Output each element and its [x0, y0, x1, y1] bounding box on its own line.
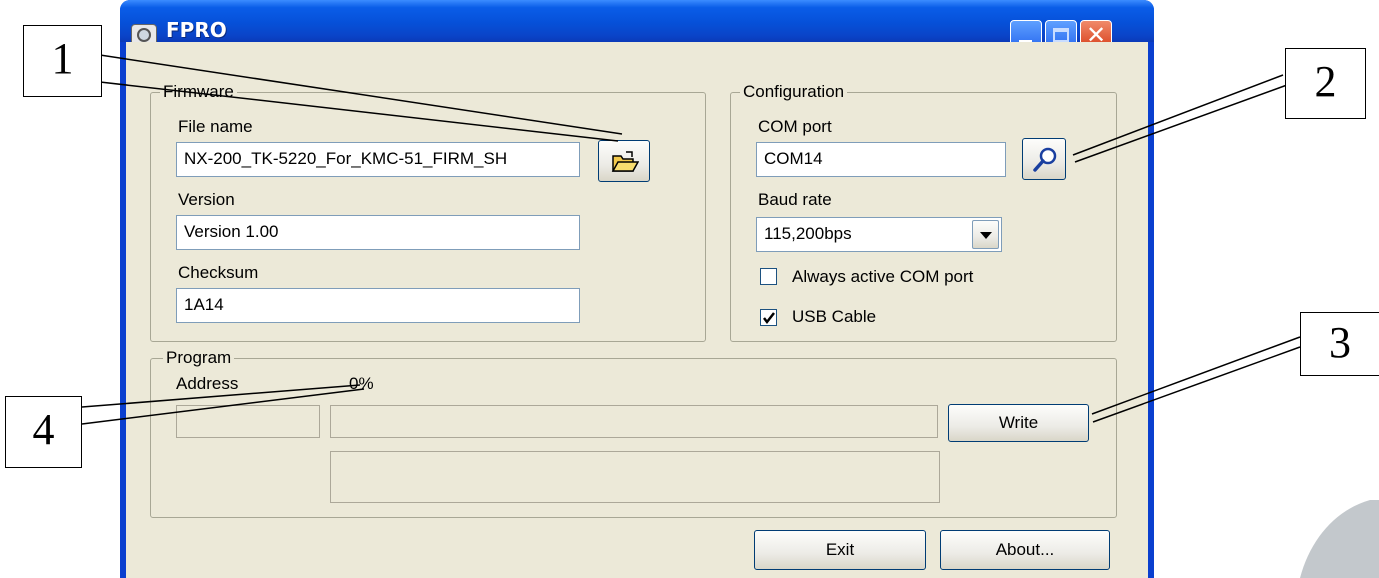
write-button[interactable]: Write — [948, 404, 1089, 442]
about-button[interactable]: About... — [940, 530, 1110, 570]
chevron-down-icon — [980, 232, 992, 239]
progress-percent: 0% — [349, 374, 374, 393]
status-message-area — [330, 451, 940, 503]
annotation-callout-3: 3 — [1300, 312, 1379, 376]
always-active-com-port-label[interactable]: Always active COM port — [792, 267, 973, 287]
file-name-field[interactable]: NX-200_TK-5220_For_KMC-51_FIRM_SH — [176, 142, 580, 177]
baud-rate-select[interactable]: 115,200bps — [756, 217, 1002, 252]
checkmark-icon — [763, 312, 775, 325]
usb-cable-label[interactable]: USB Cable — [792, 307, 876, 327]
checksum-field[interactable]: 1A14 — [176, 288, 580, 323]
background-shape — [1300, 500, 1379, 578]
configuration-group-label: Configuration — [740, 82, 848, 102]
magnifier-icon — [1033, 147, 1057, 172]
always-active-com-port-checkbox[interactable] — [760, 268, 777, 285]
title-bar[interactable] — [120, 0, 1154, 42]
usb-cable-checkbox[interactable] — [760, 309, 777, 326]
baud-rate-dropdown-button[interactable] — [972, 220, 999, 249]
version-label: Version — [178, 190, 235, 209]
firmware-group-label: Firmware — [160, 82, 237, 102]
progress-bar — [330, 405, 938, 438]
open-file-button[interactable] — [598, 140, 650, 182]
exit-button[interactable]: Exit — [754, 530, 926, 570]
annotation-callout-2: 2 — [1285, 48, 1366, 119]
address-label: Address — [176, 374, 239, 393]
version-field[interactable]: Version 1.00 — [176, 215, 580, 250]
annotation-callout-4: 4 — [5, 396, 82, 468]
annotation-callout-1: 1 — [23, 25, 102, 97]
open-folder-icon — [611, 151, 639, 172]
com-port-label: COM port — [758, 117, 832, 136]
checksum-label: Checksum — [178, 263, 259, 282]
file-name-label: File name — [178, 117, 253, 136]
com-port-field[interactable]: COM14 — [756, 142, 1006, 177]
program-group-label: Program — [163, 348, 235, 368]
search-com-port-button[interactable] — [1022, 138, 1066, 180]
window-title: FPRO — [166, 18, 227, 42]
baud-rate-label: Baud rate — [758, 190, 832, 209]
address-display — [176, 405, 320, 438]
